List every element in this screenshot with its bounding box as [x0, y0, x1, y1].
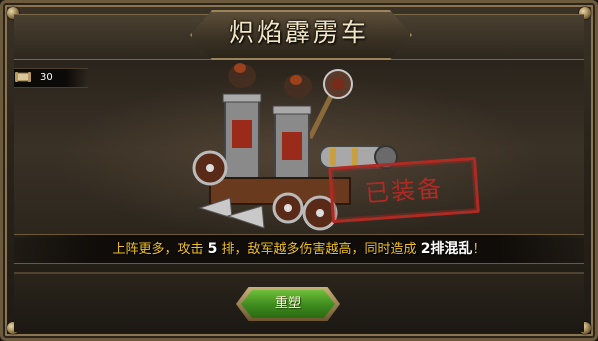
- skill-description: 上阵更多，攻击 5 排，敌军越多伤害越高，同时造成 2排混乱！: [14, 235, 584, 263]
- description-bar: 上阵更多，攻击 5 排，敌军越多伤害越高，同时造成 2排混乱！: [14, 234, 584, 264]
- description-part2: 排，敌军越多伤害越高，同时造成: [217, 242, 421, 257]
- resource-counter: 30: [14, 68, 88, 88]
- equipped-stamp: 已装备: [328, 156, 480, 224]
- description-part1: 上阵更多，攻击: [112, 242, 208, 257]
- rebuild-button-label[interactable]: 重塑: [241, 290, 335, 318]
- equipped-stamp-seal: 已装备: [364, 174, 444, 207]
- dialog-title: 炽焰霹雳车: [228, 18, 369, 47]
- counter-value: 30: [40, 72, 53, 83]
- svg-text:已装备: 已装备: [364, 174, 444, 207]
- scroll-icon: [15, 72, 31, 82]
- description-highlight: 2排混乱: [420, 241, 473, 257]
- description-part3: ！: [472, 242, 486, 257]
- description-num1: 5: [207, 241, 218, 257]
